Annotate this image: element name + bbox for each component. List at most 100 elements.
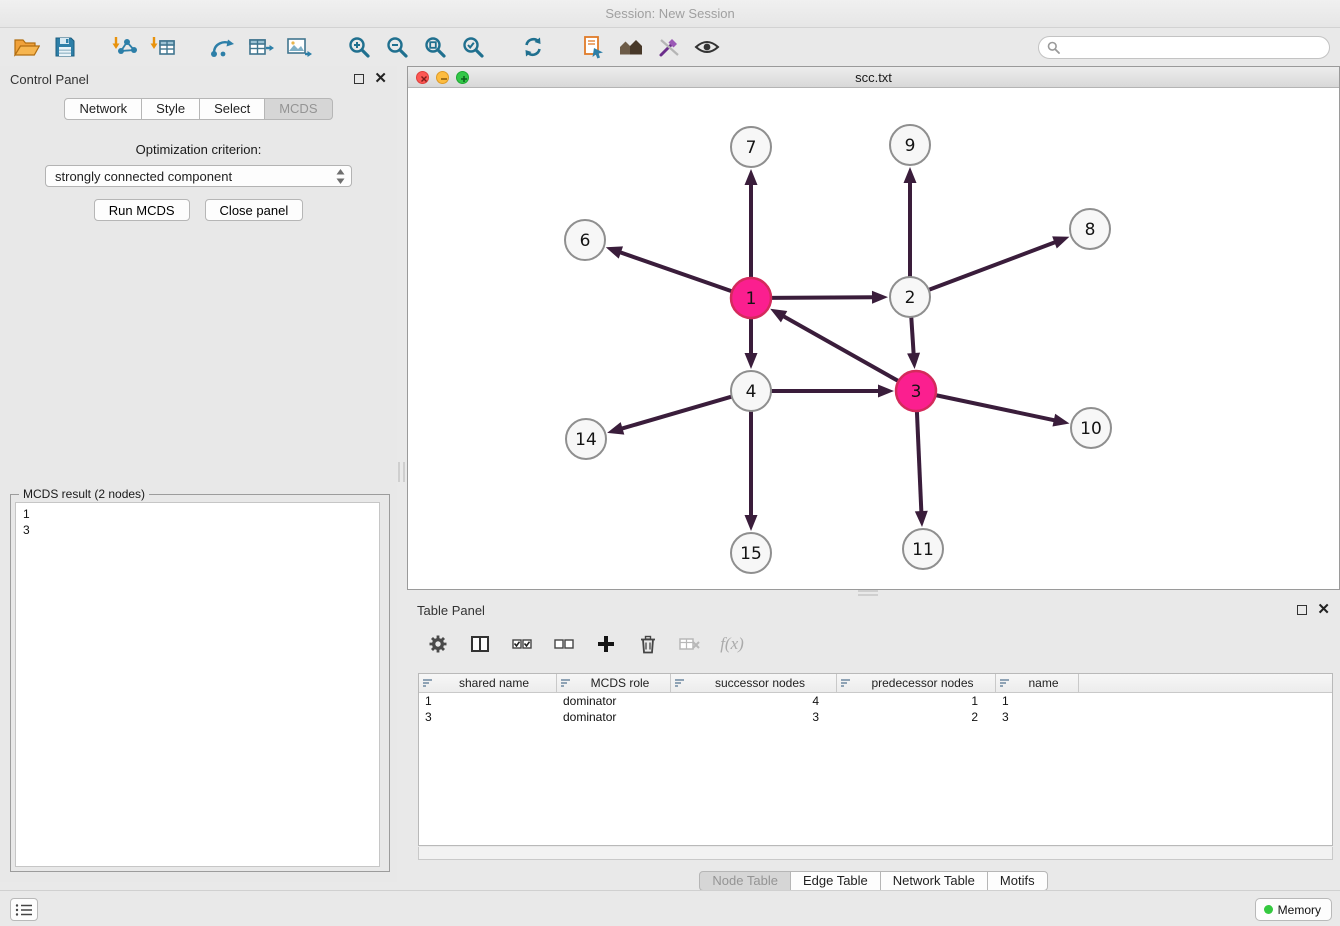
- add-column-button[interactable]: [589, 628, 623, 660]
- window-controls: [416, 71, 469, 84]
- close-panel-button[interactable]: ✕: [374, 74, 387, 84]
- import-network-button[interactable]: [106, 31, 144, 63]
- graph-node-10[interactable]: 10: [1071, 408, 1111, 448]
- table-cell[interactable]: 1: [837, 693, 996, 709]
- zoom-fit-button[interactable]: [416, 31, 454, 63]
- graph-edge-4-14[interactable]: [621, 397, 732, 429]
- zoom-in-button[interactable]: [340, 31, 378, 63]
- column-header-name[interactable]: name: [996, 674, 1079, 692]
- search-input[interactable]: [1065, 40, 1321, 55]
- table-cell[interactable]: 1: [419, 693, 557, 709]
- graph-edge-3-11[interactable]: [917, 411, 922, 513]
- save-session-button[interactable]: [46, 31, 84, 63]
- graph-edge-arrowhead: [606, 246, 623, 258]
- select-all-button[interactable]: [505, 628, 539, 660]
- tab-mcds[interactable]: MCDS: [264, 98, 332, 120]
- refresh-view-button[interactable]: [514, 31, 552, 63]
- table-cell[interactable]: 3: [996, 709, 1079, 725]
- export-table-button[interactable]: [242, 31, 280, 63]
- graph-node-14[interactable]: 14: [566, 419, 606, 459]
- table-horizontal-scrollbar[interactable]: [418, 847, 1333, 860]
- table-cell[interactable]: 1: [996, 693, 1079, 709]
- graph-edge-3-1[interactable]: [782, 316, 898, 382]
- close-window-button[interactable]: [416, 71, 429, 84]
- window-titlebar: Session: New Session: [0, 0, 1340, 28]
- graph-edge-3-10[interactable]: [936, 395, 1056, 420]
- graph-edge-2-8[interactable]: [929, 242, 1057, 290]
- table-cell[interactable]: 3: [671, 709, 837, 725]
- graph-node-2[interactable]: 2: [890, 277, 930, 317]
- graph-node-1[interactable]: 1: [731, 278, 771, 318]
- deselect-all-button[interactable]: [547, 628, 581, 660]
- graph-node-8[interactable]: 8: [1070, 209, 1110, 249]
- network-canvas[interactable]: 7 9 6 8 1 2 4 3 14 10 15 11: [408, 88, 1339, 589]
- graph-node-7[interactable]: 7: [731, 127, 771, 167]
- delete-column-button[interactable]: [631, 628, 665, 660]
- graph-edge-2-3[interactable]: [911, 317, 913, 355]
- table-close-button[interactable]: ✕: [1317, 605, 1330, 615]
- zoom-fit-icon: [423, 35, 447, 59]
- graph-node-9[interactable]: 9: [890, 125, 930, 165]
- home-button[interactable]: [612, 31, 650, 63]
- graph-node-4[interactable]: 4: [731, 371, 771, 411]
- column-header-MCDS-role[interactable]: MCDS role: [557, 674, 671, 692]
- table-settings-button[interactable]: [421, 628, 455, 660]
- tab-network[interactable]: Network: [64, 98, 142, 120]
- export-view-button[interactable]: [574, 31, 612, 63]
- graph-edge-arrowhead: [745, 353, 758, 369]
- table-cell[interactable]: 4: [671, 693, 837, 709]
- open-file-button[interactable]: [8, 31, 46, 63]
- table-tab-node-table[interactable]: Node Table: [699, 871, 791, 891]
- graph-edge-1-6[interactable]: [619, 252, 732, 292]
- table-cell[interactable]: 3: [419, 709, 557, 725]
- graph-node-3[interactable]: 3: [896, 371, 936, 411]
- table-row[interactable]: 1dominator411: [419, 693, 1332, 709]
- table-tab-motifs[interactable]: Motifs: [987, 871, 1048, 891]
- table-cell[interactable]: dominator: [557, 709, 671, 725]
- table-row[interactable]: 3dominator323: [419, 709, 1332, 725]
- sort-icon: [1000, 678, 1011, 688]
- show-graphics-details-button[interactable]: [688, 31, 726, 63]
- mcds-result-line: 1: [23, 506, 372, 522]
- table-cell[interactable]: 2: [837, 709, 996, 725]
- function-builder-button[interactable]: f(x): [715, 628, 749, 660]
- float-panel-button[interactable]: [354, 74, 364, 84]
- table-float-button[interactable]: [1297, 605, 1307, 615]
- table-tab-edge-table[interactable]: Edge Table: [790, 871, 881, 891]
- graph-node-11[interactable]: 11: [903, 529, 943, 569]
- export-network-button[interactable]: [204, 31, 242, 63]
- mcds-result-list[interactable]: 13: [15, 502, 380, 867]
- vertical-splitter-handle[interactable]: [398, 462, 405, 482]
- delete-table-button[interactable]: [673, 628, 707, 660]
- graph-node-15[interactable]: 15: [731, 533, 771, 573]
- table-cell[interactable]: dominator: [557, 693, 671, 709]
- graph-node-6[interactable]: 6: [565, 220, 605, 260]
- tab-style[interactable]: Style: [141, 98, 200, 120]
- zoom-out-button[interactable]: [378, 31, 416, 63]
- graph-edge-arrowhead: [745, 169, 758, 185]
- close-panel-action-button[interactable]: Close panel: [205, 199, 304, 221]
- zoom-window-button[interactable]: [456, 71, 469, 84]
- import-table-button[interactable]: [144, 31, 182, 63]
- memory-button[interactable]: Memory: [1255, 898, 1332, 921]
- status-bar: Memory: [0, 890, 1340, 926]
- split-columns-button[interactable]: [463, 628, 497, 660]
- annotations-button[interactable]: [650, 31, 688, 63]
- houses-icon: [618, 35, 644, 59]
- tab-select[interactable]: Select: [199, 98, 265, 120]
- horizontal-splitter-handle[interactable]: [858, 590, 878, 596]
- minimize-window-button[interactable]: [436, 71, 449, 84]
- criterion-select[interactable]: strongly connected component: [45, 165, 352, 187]
- export-image-button[interactable]: [280, 31, 318, 63]
- svg-text:7: 7: [746, 138, 757, 158]
- graph-edge-1-2[interactable]: [771, 297, 874, 298]
- table-tab-network-table[interactable]: Network Table: [880, 871, 988, 891]
- sort-icon: [675, 678, 686, 688]
- column-header-predecessor-nodes[interactable]: predecessor nodes: [837, 674, 996, 692]
- task-history-button[interactable]: [10, 898, 38, 921]
- column-header-shared-name[interactable]: shared name: [419, 674, 557, 692]
- run-mcds-button[interactable]: Run MCDS: [94, 199, 190, 221]
- export-network-icon: [210, 35, 236, 59]
- zoom-selected-button[interactable]: [454, 31, 492, 63]
- column-header-successor-nodes[interactable]: successor nodes: [671, 674, 837, 692]
